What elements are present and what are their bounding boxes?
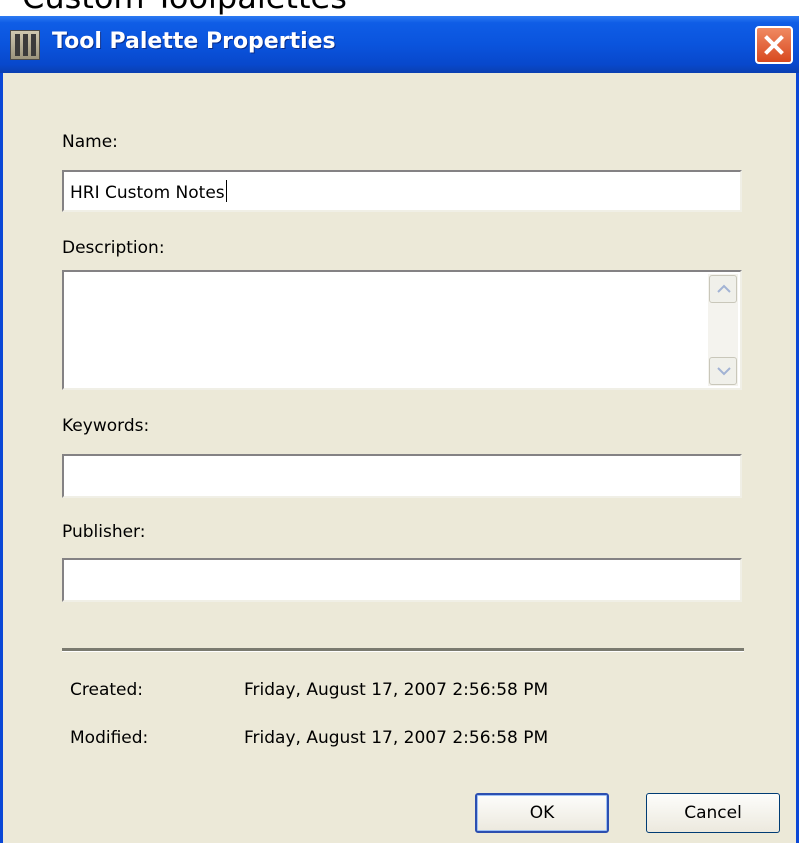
description-scrollbar[interactable] xyxy=(708,274,738,386)
keywords-label: Keywords: xyxy=(62,416,150,436)
keywords-field[interactable] xyxy=(62,454,742,498)
background-window-title: Custom Toolpalettes xyxy=(0,0,799,16)
name-field-value: HRI Custom Notes xyxy=(70,183,225,203)
publisher-field[interactable] xyxy=(62,558,742,602)
chevron-down-icon xyxy=(717,367,731,376)
description-label: Description: xyxy=(62,238,165,258)
text-caret xyxy=(225,180,227,202)
scroll-down-button[interactable] xyxy=(709,357,737,385)
name-label: Name: xyxy=(62,132,118,152)
created-value: Friday, August 17, 2007 2:56:58 PM xyxy=(244,680,549,700)
modified-value: Friday, August 17, 2007 2:56:58 PM xyxy=(244,728,549,748)
background-window-title-text: Custom Toolpalettes xyxy=(22,0,347,16)
description-textarea[interactable] xyxy=(62,270,742,390)
created-label: Created: xyxy=(70,680,144,700)
dialog-title: Tool Palette Properties xyxy=(52,29,336,54)
ok-button[interactable]: OK xyxy=(475,793,609,833)
separator xyxy=(62,648,744,652)
dialog-titlebar[interactable]: Tool Palette Properties xyxy=(0,16,799,73)
publisher-label: Publisher: xyxy=(62,522,146,542)
modified-label: Modified: xyxy=(70,728,149,748)
scroll-up-button[interactable] xyxy=(709,275,737,303)
chevron-up-icon xyxy=(717,284,731,293)
close-icon[interactable] xyxy=(755,26,793,64)
name-field[interactable]: HRI Custom Notes xyxy=(62,170,742,212)
cancel-button[interactable]: Cancel xyxy=(646,793,780,833)
tool-palette-icon xyxy=(10,30,40,60)
